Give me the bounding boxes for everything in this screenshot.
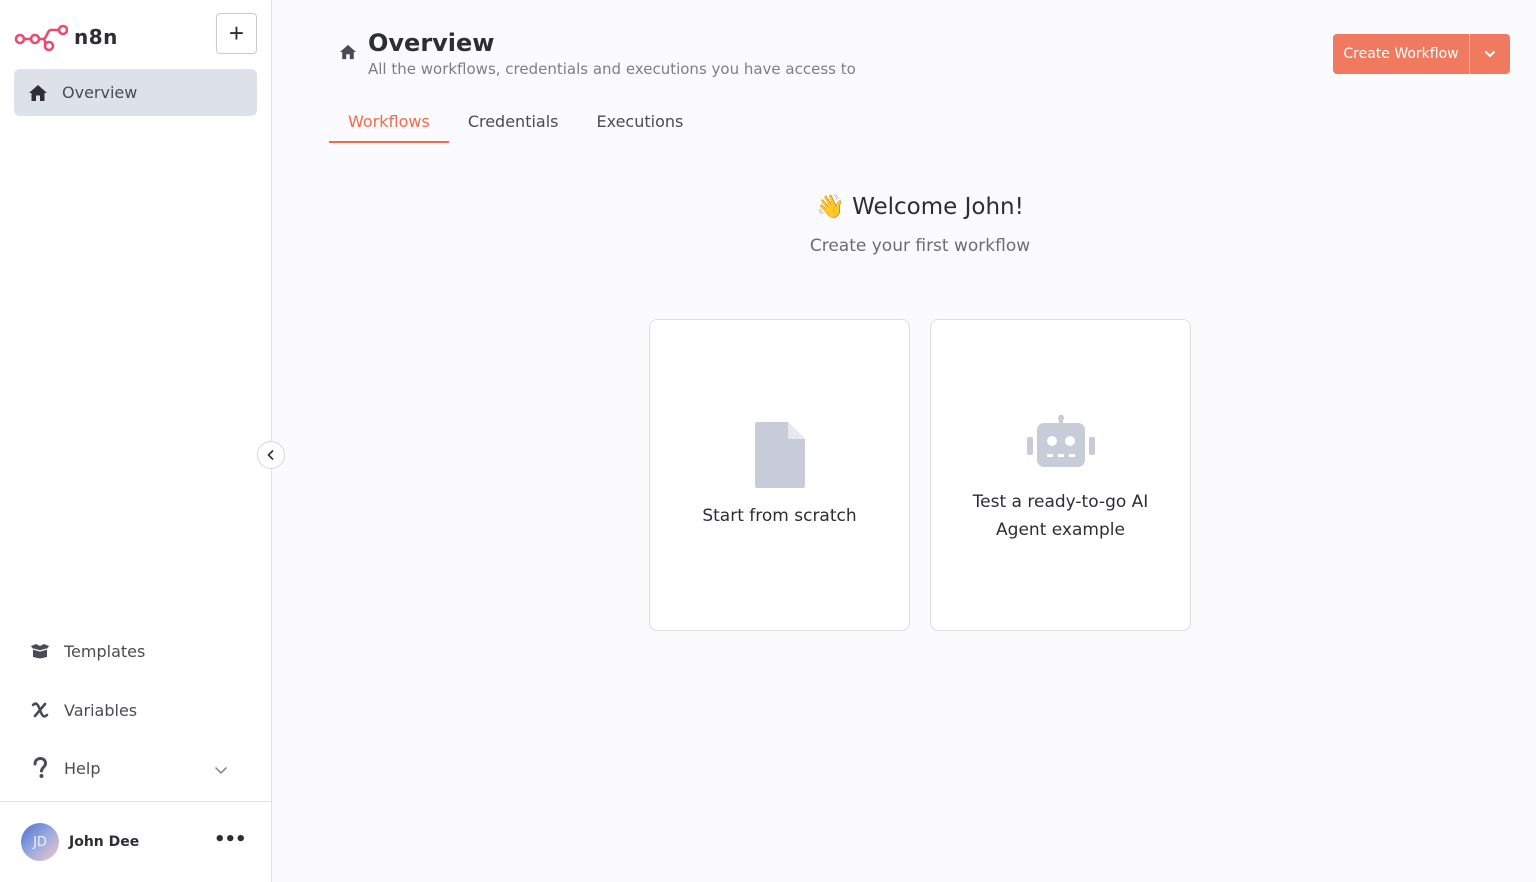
app-name: n8n — [74, 25, 118, 49]
tab-credentials[interactable]: Credentials — [449, 108, 578, 143]
card-label: Test a ready-to-go AI Agent example — [972, 492, 1149, 540]
avatar: JD — [21, 823, 59, 861]
sidebar-item-overview[interactable]: Overview — [14, 69, 257, 116]
welcome-heading: 👋 Welcome John! — [650, 193, 1190, 220]
sidebar-item-templates[interactable]: Templates — [0, 631, 272, 671]
create-workflow-split-button: Create Workflow — [1333, 34, 1510, 74]
box-icon — [28, 640, 52, 662]
tab-workflows[interactable]: Workflows — [329, 108, 449, 143]
user-profile[interactable]: JD John Dee — [21, 823, 139, 861]
tab-bar: Workflows Credentials Executions — [329, 108, 702, 143]
sidebar-item-variables[interactable]: Variables — [0, 690, 272, 730]
create-workflow-button[interactable]: Create Workflow — [1333, 34, 1469, 74]
sidebar: n8n + Overview Templates Variables Help … — [0, 0, 272, 882]
variable-icon — [28, 699, 52, 721]
sidebar-item-label: Variables — [64, 700, 138, 720]
tab-executions[interactable]: Executions — [578, 108, 703, 143]
user-menu-button[interactable]: ••• — [214, 831, 247, 852]
sidebar-item-help[interactable]: Help — [0, 748, 272, 788]
chevron-down-icon — [214, 760, 228, 779]
start-from-scratch-card[interactable]: Start from scratch — [649, 319, 910, 631]
robot-icon — [1026, 415, 1095, 473]
welcome-title: Welcome John! — [852, 194, 1024, 220]
user-name: John Dee — [69, 834, 140, 850]
add-button[interactable]: + — [216, 13, 257, 54]
sidebar-item-label: Help — [64, 758, 101, 778]
home-icon — [28, 83, 48, 103]
page-title: Overview — [368, 29, 495, 57]
ai-agent-example-card[interactable]: Test a ready-to-go AI Agent example — [930, 319, 1191, 631]
collapse-sidebar-button[interactable] — [257, 441, 285, 469]
app-logo[interactable]: n8n — [14, 22, 118, 52]
home-icon — [339, 44, 357, 64]
divider — [0, 801, 272, 802]
chevron-left-icon — [267, 449, 274, 461]
welcome-subtitle: Create your first workflow — [809, 236, 1031, 256]
sidebar-item-label: Templates — [64, 641, 146, 661]
sidebar-item-label: Overview — [62, 83, 138, 102]
question-icon — [28, 757, 52, 779]
waving-hand-icon: 👋 — [816, 194, 845, 220]
create-workflow-dropdown-button[interactable] — [1469, 34, 1510, 74]
chevron-down-icon — [1484, 50, 1496, 58]
card-label: Start from scratch — [702, 506, 857, 526]
n8n-logo-icon — [14, 24, 68, 52]
page-subtitle: All the workflows, credentials and execu… — [368, 60, 856, 78]
file-icon — [754, 422, 805, 492]
